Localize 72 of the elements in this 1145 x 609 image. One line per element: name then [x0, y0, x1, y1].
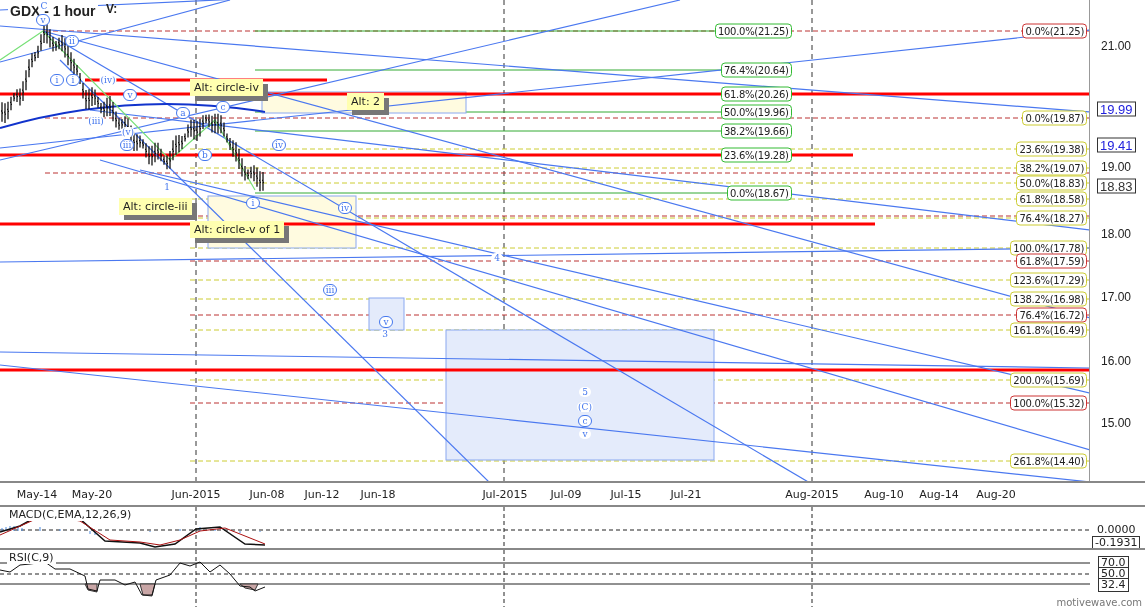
fibonacci-label: 23.6%(19.28) [721, 147, 792, 163]
rsi-title: RSI(C,9) [7, 551, 56, 564]
date-tick: Aug-14 [919, 488, 959, 501]
wave-label: i [50, 74, 64, 86]
date-tick: Aug-2015 [785, 488, 839, 501]
macd-title: MACD(C,EMA,12,26,9) [7, 508, 134, 521]
fibonacci-label: 0.0%(21.25) [1022, 23, 1087, 39]
date-tick: Aug-20 [976, 488, 1016, 501]
price-tick: 18.00 [1101, 227, 1132, 241]
wave-label: v [123, 89, 137, 101]
price-tick: 15.00 [1101, 416, 1132, 430]
date-tick: Jul-21 [670, 488, 702, 501]
fibonacci-label: 38.2%(19.07) [1016, 160, 1087, 176]
date-tick: May-14 [16, 488, 58, 501]
price-badge: 18.83 [1097, 178, 1136, 194]
wave-label: (C) [577, 402, 593, 412]
wave-label: a [176, 107, 190, 119]
fibonacci-label: 200.0%(15.69) [1010, 372, 1087, 388]
wave-label: iii [120, 139, 134, 151]
fibonacci-label: 161.8%(16.49) [1010, 322, 1087, 338]
date-tick: Jul-2015 [482, 488, 528, 501]
wave-label: ii [65, 35, 79, 47]
fibonacci-label: 50.0%(18.83) [1016, 175, 1087, 191]
price-tick: 16.00 [1101, 354, 1132, 368]
wave-label: 5 [579, 387, 591, 397]
rsi-badge: 32.4 [1098, 578, 1129, 592]
fibonacci-label: 100.0%(21.25) [715, 23, 792, 39]
wave-label: i [66, 74, 80, 86]
date-tick: Jun-12 [304, 488, 340, 501]
wave-label: 3 [379, 329, 391, 339]
price-tick: 21.00 [1101, 39, 1132, 53]
fibonacci-label: 100.0%(15.32) [1010, 395, 1087, 411]
date-tick: Jul-09 [550, 488, 582, 501]
wave-label: (v) [120, 127, 136, 137]
fibonacci-label: 261.8%(14.40) [1010, 453, 1087, 469]
wave-label: C [38, 1, 50, 11]
fibonacci-label: 38.2%(19.66) [721, 123, 792, 139]
date-tick: Jun-08 [249, 488, 285, 501]
fibonacci-label: 61.8%(20.26) [721, 86, 792, 102]
price-tick: 17.00 [1101, 290, 1132, 304]
fibonacci-label: 61.8%(17.59) [1016, 253, 1087, 269]
fibonacci-label: 0.0%(18.67) [727, 185, 792, 201]
fibonacci-label: 138.2%(16.98) [1010, 291, 1087, 307]
brand-text: motivewave.com [1056, 597, 1142, 608]
wave-label: iii [323, 284, 337, 296]
price-badge: 19.99 [1097, 101, 1136, 117]
fibonacci-label: 61.8%(18.58) [1016, 191, 1087, 207]
price-badge: 19.41 [1097, 137, 1136, 153]
date-tick: Jul-15 [610, 488, 642, 501]
macd-tick: 0.0000 [1097, 522, 1136, 536]
date-tick: Jun-2015 [171, 488, 221, 501]
wave-label: b [198, 149, 212, 161]
fibonacci-label: 123.6%(17.29) [1010, 272, 1087, 288]
wave-label: (iv) [99, 75, 117, 85]
date-tick: Aug-10 [864, 488, 904, 501]
wave-label: v [579, 429, 591, 439]
date-tick: May-20 [71, 488, 113, 501]
fibonacci-label: 50.0%(19.96) [721, 104, 792, 120]
fibonacci-label: 76.4%(16.72) [1016, 307, 1087, 323]
wave-label: 4 [491, 253, 503, 263]
macd-badge: -0.1931 [1092, 536, 1141, 548]
wave-label: iv [272, 139, 286, 151]
fibonacci-label: 76.4%(18.27) [1016, 210, 1087, 226]
wave-label: (iii) [87, 116, 105, 126]
wave-label: c [216, 101, 230, 113]
price-tick: 19.00 [1101, 160, 1132, 174]
fibonacci-label: 76.4%(20.64) [721, 62, 792, 78]
chart-subtitle: V: [106, 2, 118, 16]
fibonacci-label: 23.6%(19.38) [1016, 141, 1087, 157]
zone-box [368, 297, 405, 331]
fibonacci-label: 0.0%(19.87) [1022, 110, 1087, 126]
date-tick: Jun-18 [360, 488, 396, 501]
